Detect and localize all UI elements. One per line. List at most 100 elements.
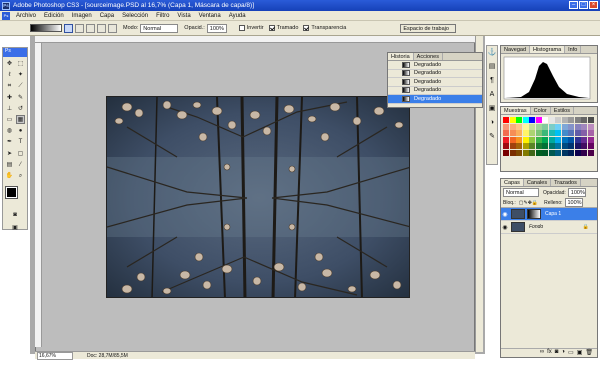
shape-tool-icon[interactable]: ▢ <box>16 149 25 158</box>
color-swatch[interactable] <box>516 130 522 136</box>
layer-opacity-field[interactable]: 100% <box>567 188 586 197</box>
fill-field[interactable]: 100% <box>564 198 583 207</box>
menu-edicion[interactable]: Edición <box>40 13 68 19</box>
menu-vista[interactable]: Vista <box>173 13 194 19</box>
color-swatch[interactable] <box>503 143 509 149</box>
quick-mask-icon[interactable]: ◙ <box>11 210 20 219</box>
mask-icon[interactable]: ◙ <box>555 349 559 357</box>
color-swatch[interactable] <box>529 123 535 130</box>
blend-mode-select[interactable]: Normal <box>503 188 539 197</box>
color-swatch[interactable] <box>587 143 594 149</box>
color-swatch[interactable] <box>568 130 574 136</box>
color-swatch[interactable] <box>555 130 561 136</box>
color-swatch[interactable] <box>516 117 522 123</box>
color-swatch[interactable] <box>535 123 542 130</box>
fx-icon[interactable]: fx <box>547 349 552 357</box>
screen-mode-icon[interactable]: ▣ <box>11 223 20 232</box>
eye-icon[interactable]: ◉ <box>501 211 509 218</box>
color-swatch[interactable] <box>522 149 529 156</box>
color-swatch[interactable] <box>522 136 529 143</box>
zoom-field[interactable]: 16,67% <box>37 351 73 360</box>
tab-canales[interactable]: Canales <box>524 179 552 186</box>
color-swatch[interactable] <box>516 149 522 156</box>
color-swatch[interactable] <box>548 136 555 143</box>
tab-estilos[interactable]: Estilos <box>551 107 574 114</box>
color-swatch[interactable] <box>529 143 535 149</box>
link-icon[interactable]: ∞ <box>540 349 544 357</box>
color-swatch[interactable] <box>535 143 542 149</box>
color-swatch[interactable] <box>522 143 529 149</box>
tab-muestras[interactable]: Muestras <box>501 107 531 114</box>
color-swatch[interactable] <box>574 143 581 149</box>
color-swatch[interactable] <box>535 136 542 143</box>
color-swatch[interactable] <box>535 149 542 156</box>
color-swatch[interactable] <box>535 117 542 123</box>
layer-row[interactable]: ◉ Fondo 🔒 <box>501 221 597 234</box>
color-swatch[interactable] <box>574 117 581 123</box>
color-swatch[interactable] <box>561 143 568 149</box>
history-brush-tool-icon[interactable]: ↺ <box>16 104 25 113</box>
color-swatch[interactable] <box>542 143 548 149</box>
color-swatch[interactable] <box>581 149 587 156</box>
history-item-selected[interactable]: Degradado <box>388 95 482 104</box>
invert-checkbox[interactable] <box>238 25 245 31</box>
layer-row[interactable]: ◉ Capa 1 <box>501 208 597 221</box>
close-button[interactable]: × <box>589 1 598 9</box>
move-tool-icon[interactable]: ✥ <box>5 59 14 68</box>
minimize-button[interactable]: – <box>569 1 578 9</box>
eyedropper-tool-icon[interactable]: ⁄ <box>16 160 25 169</box>
foreground-color[interactable] <box>5 186 18 199</box>
color-swatch[interactable] <box>548 149 555 156</box>
transparency-checkbox[interactable] <box>303 25 310 31</box>
color-swatch[interactable] <box>581 123 587 130</box>
menu-ayuda[interactable]: Ayuda <box>225 13 250 19</box>
folder-icon[interactable]: ▭ <box>568 349 574 357</box>
color-swatch[interactable] <box>509 130 516 136</box>
color-swatch[interactable] <box>503 117 509 123</box>
color-swatch[interactable] <box>561 136 568 143</box>
color-swatch[interactable] <box>522 130 529 136</box>
color-swatch[interactable] <box>561 117 568 123</box>
color-swatch[interactable] <box>581 136 587 143</box>
eraser-tool-icon[interactable]: ▭ <box>5 115 14 124</box>
color-swatch[interactable] <box>542 149 548 156</box>
color-swatch[interactable] <box>555 117 561 123</box>
color-swatch[interactable] <box>509 117 516 123</box>
pen-tool-icon[interactable]: ✒ <box>5 137 14 146</box>
history-item[interactable]: Degradado <box>388 70 482 78</box>
diamond-gradient-button[interactable] <box>108 23 117 33</box>
color-swatch[interactable] <box>568 143 574 149</box>
color-swatch[interactable] <box>568 149 574 156</box>
blur-tool-icon[interactable]: ◍ <box>5 126 14 135</box>
color-swatch[interactable] <box>548 117 555 123</box>
color-swatch[interactable] <box>587 130 594 136</box>
color-swatch[interactable] <box>542 130 548 136</box>
color-swatch[interactable] <box>574 123 581 130</box>
history-item[interactable]: Degradado <box>388 87 482 95</box>
color-swatch[interactable] <box>509 143 516 149</box>
color-swatch[interactable] <box>574 130 581 136</box>
swatch-grid[interactable] <box>501 115 597 158</box>
menu-capa[interactable]: Capa <box>96 13 118 19</box>
adjustment-icon[interactable]: ◑ <box>561 349 565 357</box>
color-swatch[interactable] <box>561 130 568 136</box>
color-swatch[interactable] <box>548 123 555 130</box>
color-swatch[interactable] <box>555 143 561 149</box>
color-swatch[interactable] <box>503 123 509 130</box>
tab-trazados[interactable]: Trazados <box>551 179 581 186</box>
brush-tool-icon[interactable]: ✎ <box>16 93 25 102</box>
color-swatch[interactable] <box>581 117 587 123</box>
menu-seleccion[interactable]: Selección <box>118 13 152 19</box>
color-swatch[interactable] <box>503 136 509 143</box>
color-swatch[interactable] <box>548 143 555 149</box>
color-swatch[interactable] <box>555 149 561 156</box>
notes-tool-icon[interactable]: ▤ <box>5 160 14 169</box>
workspace-button[interactable]: Espacio de trabajo <box>400 23 457 33</box>
trash-icon[interactable]: 🗑 <box>585 349 593 357</box>
history-item[interactable]: Degradado <box>388 61 482 70</box>
zoom-tool-icon[interactable]: ⌕ <box>16 172 25 181</box>
color-swatch[interactable] <box>581 130 587 136</box>
magic-wand-tool-icon[interactable]: ✦ <box>16 70 25 79</box>
color-swatch[interactable] <box>555 123 561 130</box>
color-swatch[interactable] <box>542 123 548 130</box>
